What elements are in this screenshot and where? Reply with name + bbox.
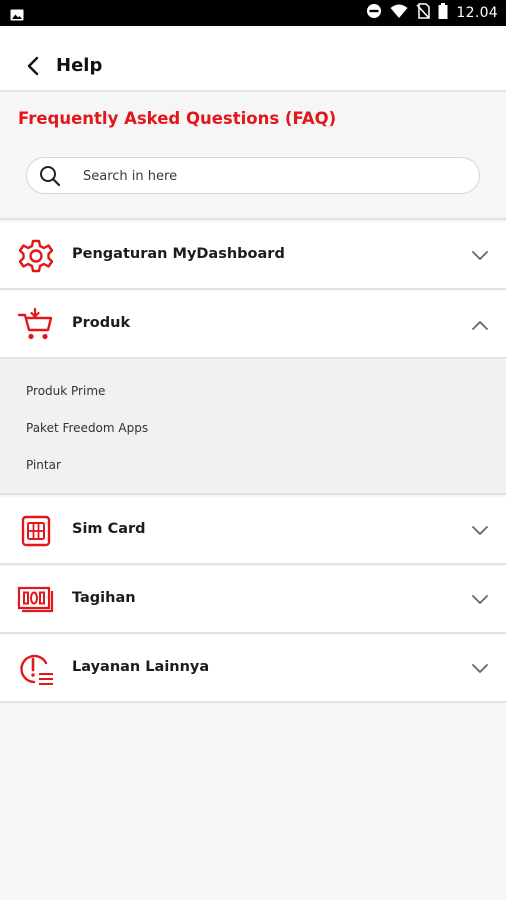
category-pengaturan-mydashboard[interactable]: Pengaturan MyDashboard	[0, 222, 506, 290]
chevron-down-icon[interactable]	[470, 590, 490, 610]
sim-card-icon	[16, 511, 56, 551]
status-bar: 12.04	[0, 0, 506, 26]
wifi-icon	[390, 4, 408, 23]
no-sim-icon	[416, 3, 431, 23]
faq-title: Frequently Asked Questions (FAQ)	[18, 109, 337, 128]
cart-icon	[16, 305, 56, 345]
battery-icon	[438, 3, 448, 23]
category-tagihan[interactable]: Tagihan	[0, 566, 506, 634]
category-sim-card[interactable]: Sim Card	[0, 497, 506, 565]
category-label: Pengaturan MyDashboard	[72, 246, 285, 262]
bill-icon	[16, 580, 56, 620]
subitem-paket-freedom-apps[interactable]: Paket Freedom Apps	[26, 421, 148, 435]
subitem-pintar[interactable]: Pintar	[26, 458, 61, 472]
page-title: Help	[56, 55, 103, 76]
subitem-produk-prime[interactable]: Produk Prime	[26, 384, 105, 398]
chevron-up-icon[interactable]	[470, 315, 490, 335]
category-label: Sim Card	[72, 521, 146, 537]
category-layanan-lainnya[interactable]: Layanan Lainnya	[0, 635, 506, 703]
do-not-disturb-icon	[366, 3, 382, 23]
search-bar[interactable]	[26, 157, 480, 194]
category-label: Layanan Lainnya	[72, 659, 210, 675]
search-icon[interactable]	[39, 165, 61, 187]
category-label: Tagihan	[72, 590, 136, 606]
produk-subitems: Produk Prime Paket Freedom Apps Pintar	[0, 360, 506, 495]
app-header: Help	[0, 26, 506, 92]
other-services-icon	[16, 649, 56, 689]
clock: 12.04	[456, 5, 498, 21]
category-produk[interactable]: Produk	[0, 291, 506, 359]
image-icon	[10, 6, 24, 25]
chevron-down-icon[interactable]	[470, 246, 490, 266]
faq-section: Frequently Asked Questions (FAQ)	[0, 94, 506, 220]
chevron-down-icon[interactable]	[470, 659, 490, 679]
category-label: Produk	[72, 315, 131, 331]
search-input[interactable]	[83, 164, 463, 188]
chevron-left-icon[interactable]	[22, 54, 46, 78]
chevron-down-icon[interactable]	[470, 521, 490, 541]
gear-icon	[16, 236, 56, 276]
